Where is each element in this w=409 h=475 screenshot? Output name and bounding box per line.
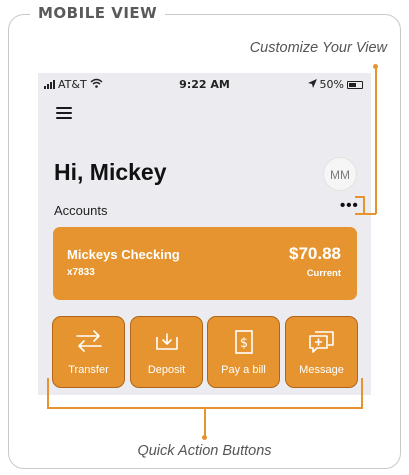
section-title: MOBILE VIEW [30,4,166,22]
pay-bill-button[interactable]: $ Pay a bill [207,316,280,388]
customize-callout-bracket [355,213,364,215]
quick-actions-annotation: Quick Action Buttons [137,443,272,459]
account-card[interactable]: Mickeys Checking x7833 $70.88 Current [53,227,357,300]
message-icon [308,331,334,353]
quick-actions-callout-dot [202,435,207,440]
deposit-button[interactable]: Deposit [130,316,203,388]
accounts-label: Accounts [54,203,108,218]
greeting-heading: Hi, Mickey [54,159,167,185]
customize-annotation: Customize Your View [249,40,387,56]
customize-callout-bracket [355,196,364,198]
customize-callout-line [363,213,376,215]
avatar[interactable]: MM [323,157,357,191]
phone-screen: AT&T 9:22 AM 50% Hi, Mickey MM Accounts … [38,73,371,395]
more-options-button[interactable]: ••• [340,198,359,213]
account-status: Current [306,268,341,279]
status-bar: AT&T 9:22 AM 50% [38,73,371,97]
deposit-icon [155,333,178,350]
pay-bill-label: Pay a bill [221,364,266,376]
battery-icon [347,80,363,89]
bill-dollar-icon: $ [234,330,253,354]
message-label: Message [299,364,344,376]
message-button[interactable]: Message [285,316,358,388]
account-number: x7833 [67,267,95,278]
quick-actions-callout-line [204,407,206,437]
quick-actions-bracket [47,378,49,408]
customize-callout-bracket [363,196,365,214]
account-name: Mickeys Checking [67,247,180,262]
transfer-label: Transfer [68,364,109,376]
quick-action-row: Transfer Deposit $ Pay a bill Message [52,316,358,388]
hamburger-menu-icon[interactable] [56,107,72,119]
battery-percent: 50% [319,78,344,91]
quick-actions-bracket [361,378,363,408]
account-balance: $70.88 [289,244,341,263]
transfer-arrows-icon [75,330,102,352]
svg-text:$: $ [239,336,247,351]
transfer-button[interactable]: Transfer [52,316,125,388]
customize-callout-line [375,66,377,214]
location-arrow-icon [307,78,317,91]
deposit-label: Deposit [147,364,186,376]
